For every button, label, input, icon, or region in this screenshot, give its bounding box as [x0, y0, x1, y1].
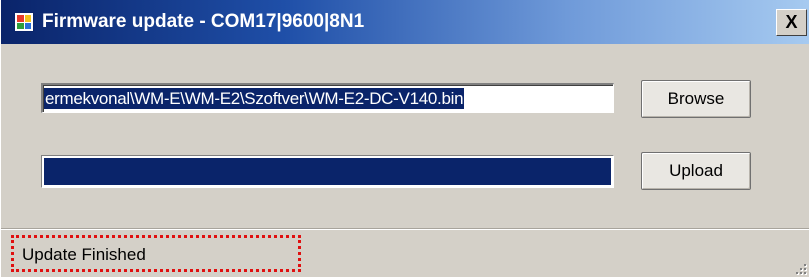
app-icon	[14, 12, 34, 32]
browse-button[interactable]: Browse	[641, 80, 751, 118]
resize-grip-icon[interactable]	[792, 260, 806, 274]
progress-fill	[44, 158, 611, 185]
firmware-update-window: Firmware update - COM17|9600|8N1 X ermek…	[0, 0, 809, 277]
upload-progress-bar	[41, 155, 614, 188]
window-title: Firmware update - COM17|9600|8N1	[42, 11, 365, 32]
upload-button[interactable]: Upload	[641, 152, 751, 190]
title-bar[interactable]: Firmware update - COM17|9600|8N1 X	[1, 0, 809, 44]
close-button[interactable]: X	[776, 9, 807, 36]
status-highlight-annotation	[11, 235, 301, 272]
file-path-field[interactable]: ermekvonal\WM-E\WM-E2\Szoftver\WM-E2-DC-…	[41, 83, 614, 113]
file-path-text: ermekvonal\WM-E\WM-E2\Szoftver\WM-E2-DC-…	[44, 88, 465, 109]
